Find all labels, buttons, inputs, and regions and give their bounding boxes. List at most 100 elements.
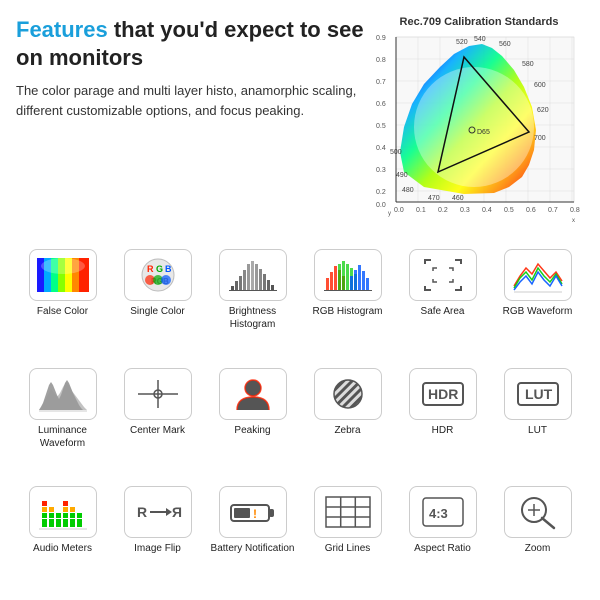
svg-text:LUT: LUT [525,386,553,402]
zoom-label: Zoom [525,542,551,555]
svg-text:540: 540 [474,36,486,43]
svg-text:0.3: 0.3 [460,207,470,214]
chart-area: Rec.709 Calibration Standards [374,16,584,227]
feature-hdr: HDR HDR [396,364,489,479]
svg-text:0.9: 0.9 [376,35,386,42]
feature-rgb-histogram: RGB Histogram [301,245,394,360]
grid-lines-icon [322,493,374,531]
zoom-icon [512,493,564,531]
image-flip-label: Image Flip [134,542,181,555]
svg-text:470: 470 [428,195,440,202]
svg-text:580: 580 [522,61,534,68]
zebra-icon [322,375,374,413]
svg-text:4:3: 4:3 [429,506,448,521]
safe-area-icon-box [409,249,477,301]
description-text: The color parage and multi layer histo, … [16,81,364,120]
peaking-icon [227,375,279,413]
svg-text:R: R [147,264,154,274]
false-color-icon-box [29,249,97,301]
svg-text:G: G [156,264,163,274]
rgb-waveform-icon-box [504,249,572,301]
feature-image-flip: R R Image Flip [111,482,204,584]
hdr-icon-box: HDR [409,368,477,420]
svg-text:0.2: 0.2 [438,207,448,214]
svg-text:0.7: 0.7 [548,207,558,214]
center-mark-icon-box [124,368,192,420]
svg-text:D65: D65 [477,129,490,136]
svg-text:700: 700 [534,135,546,142]
svg-text:0.8: 0.8 [376,57,386,64]
center-mark-label: Center Mark [130,424,185,437]
svg-text:0.4: 0.4 [482,207,492,214]
svg-text:600: 600 [534,82,546,89]
rgb-histogram-icon-box [314,249,382,301]
chromaticity-chart: D65 520 540 560 580 600 620 700 500 490 … [374,32,584,227]
aspect-ratio-icon: 4:3 [417,493,469,531]
luminance-waveform-label: Luminance Waveform [18,424,107,450]
false-color-label: False Color [37,305,88,318]
main-heading: Features that you'd expect to see on mon… [16,16,364,71]
feature-false-color: False Color [16,245,109,360]
svg-text:0.4: 0.4 [376,145,386,152]
svg-text:0.6: 0.6 [376,101,386,108]
feature-zebra: Zebra [301,364,394,479]
feature-safe-area: Safe Area [396,245,489,360]
brightness-histogram-icon [227,256,279,294]
zebra-label: Zebra [334,424,360,437]
zoom-icon-box [504,486,572,538]
peaking-label: Peaking [234,424,270,437]
feature-peaking: Peaking [206,364,299,479]
battery-notification-icon-box: ! [219,486,287,538]
svg-text:x: x [572,218,575,224]
false-color-icon [37,258,89,292]
main-container: Features that you'd expect to see on mon… [0,0,600,600]
safe-area-label: Safe Area [421,305,465,318]
feature-center-mark: Center Mark [111,364,204,479]
svg-text:460: 460 [452,195,464,202]
feature-audio-meters: Audio Meters [16,482,109,584]
svg-text:0.7: 0.7 [376,79,386,86]
svg-text:480: 480 [402,187,414,194]
rgb-waveform-label: RGB Waveform [503,305,573,318]
single-color-icon: R G B RGB [136,256,180,294]
svg-text:0.1: 0.1 [416,207,426,214]
lut-label: LUT [528,424,547,437]
hdr-label: HDR [432,424,454,437]
feature-grid-lines: Grid Lines [301,482,394,584]
battery-notification-icon: ! [227,493,279,531]
feature-lut: LUT LUT [491,364,584,479]
luminance-waveform-icon [37,375,89,413]
chart-title: Rec.709 Calibration Standards [374,16,584,28]
svg-text:0.0: 0.0 [394,207,404,214]
center-mark-icon [132,375,184,413]
safe-area-icon [417,256,469,294]
heading-highlight: Features [16,17,108,42]
svg-text:R: R [171,504,181,520]
feature-rgb-waveform: RGB Waveform [491,245,584,360]
rgb-histogram-label: RGB Histogram [312,305,382,318]
battery-notification-label: Battery Notification [211,542,295,555]
zebra-icon-box [314,368,382,420]
svg-text:0.2: 0.2 [376,189,386,196]
image-flip-icon: R R [132,493,184,531]
rgb-waveform-icon [512,256,564,294]
feature-brightness-histogram: Brightness Histogram [206,245,299,360]
svg-text:0.5: 0.5 [504,207,514,214]
rgb-histogram-icon [322,256,374,294]
svg-text:0.6: 0.6 [526,207,536,214]
svg-text:560: 560 [499,41,511,48]
peaking-icon-box [219,368,287,420]
features-grid: False Color R G B RGB Single Color [16,245,584,584]
lut-icon-box: LUT [504,368,572,420]
svg-text:y: y [388,211,391,217]
feature-aspect-ratio: 4:3 Aspect Ratio [396,482,489,584]
svg-text:B: B [165,264,172,274]
aspect-ratio-icon-box: 4:3 [409,486,477,538]
feature-luminance-waveform: Luminance Waveform [16,364,109,479]
svg-text:HDR: HDR [428,386,458,402]
headline-area: Features that you'd expect to see on mon… [16,16,364,227]
svg-text:0.0: 0.0 [376,202,386,209]
svg-text:0.5: 0.5 [376,123,386,130]
hdr-icon: HDR [417,375,469,413]
svg-text:0.3: 0.3 [376,167,386,174]
